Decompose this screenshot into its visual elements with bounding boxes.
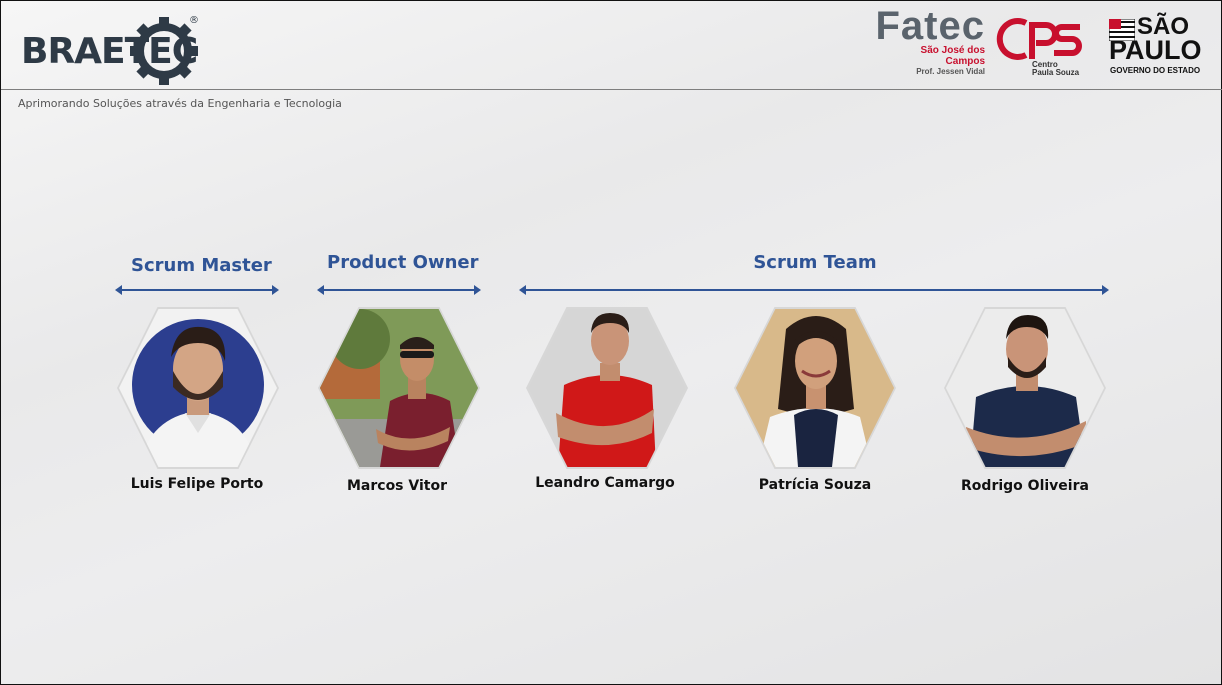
scrum-master-arrow — [115, 285, 279, 295]
sp-line2: PAULO — [1109, 35, 1202, 65]
tagline: Aprimorando Soluções através da Engenhar… — [18, 97, 342, 110]
header-divider — [1, 89, 1222, 90]
member-photo-leandro-camargo — [526, 307, 688, 469]
scrum-team-arrow — [519, 285, 1109, 295]
role-product-owner: Product Owner — [327, 252, 479, 273]
sp-line3: GOVERNO DO ESTADO — [1110, 66, 1201, 75]
slide: BRAETEC ® Aprimorando Soluções através d… — [0, 0, 1222, 685]
member-photo-marcos-vitor — [318, 307, 480, 469]
member-name: Luis Felipe Porto — [130, 476, 264, 492]
cps-logo: Centro Paula Souza — [996, 17, 1086, 83]
member-photo-luis-felipe-porto — [117, 307, 279, 469]
member-photo-patricia-souza — [734, 307, 896, 469]
fatec-campus-line2: Campos — [945, 56, 985, 67]
cps-line2: Paula Souza — [1032, 68, 1080, 77]
braetec-logo: BRAETEC ® — [21, 13, 211, 85]
fatec-name: Fatec — [875, 4, 985, 48]
member-name: Leandro Camargo — [535, 475, 675, 491]
sao-paulo-logo: SÃO PAULO GOVERNO DO ESTADO — [1109, 15, 1209, 81]
fatec-prof: Prof. Jessen Vidal — [916, 67, 985, 76]
role-scrum-master: Scrum Master — [131, 255, 272, 276]
cps-mark-icon — [996, 18, 1082, 60]
member-photo-rodrigo-oliveira — [944, 307, 1106, 469]
member-name: Rodrigo Oliveira — [961, 478, 1089, 494]
product-owner-arrow — [317, 285, 481, 295]
role-scrum-team: Scrum Team — [753, 252, 877, 273]
fatec-logo: Fatec São José dos Campos Prof. Jessen V… — [873, 4, 986, 83]
member-name: Patrícia Souza — [758, 477, 872, 493]
registered-mark: ® — [189, 15, 199, 26]
member-name: Marcos Vitor — [346, 478, 447, 494]
